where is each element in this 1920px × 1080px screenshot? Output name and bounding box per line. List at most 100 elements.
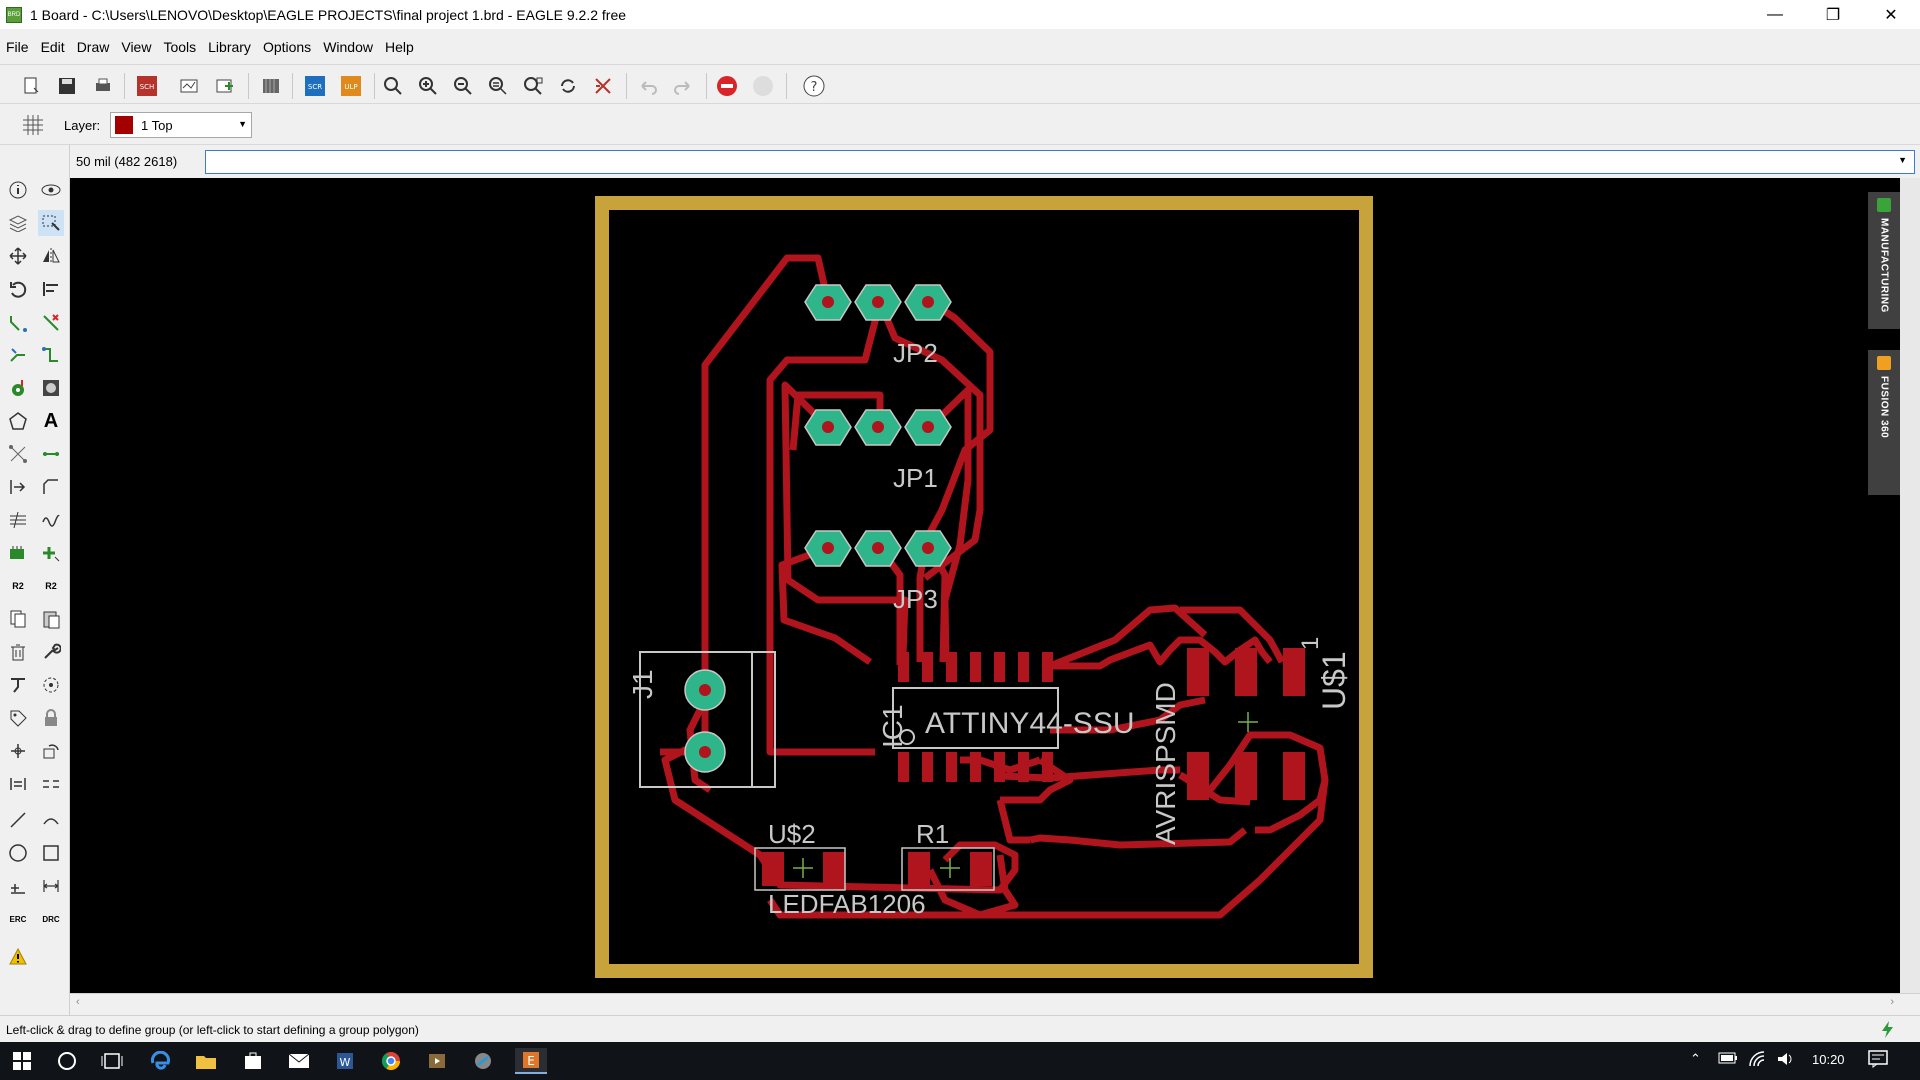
save-icon[interactable] xyxy=(54,73,80,99)
zoom-in-icon[interactable] xyxy=(415,73,441,99)
ripup-icon[interactable] xyxy=(38,309,64,335)
autorouter-icon[interactable] xyxy=(5,342,31,368)
erc-icon[interactable]: ERC xyxy=(5,906,31,932)
battery-icon[interactable] xyxy=(1718,1052,1738,1067)
layers-icon[interactable] xyxy=(5,210,31,236)
command-input[interactable] xyxy=(205,150,1915,174)
paste-icon[interactable] xyxy=(38,606,64,632)
pad-icon[interactable] xyxy=(38,375,64,401)
zoom-out-icon[interactable] xyxy=(450,73,476,99)
windows-start-icon[interactable] xyxy=(9,1048,35,1074)
word-icon[interactable]: W xyxy=(332,1048,358,1074)
lock-icon[interactable] xyxy=(38,705,64,731)
menu-help[interactable]: Help xyxy=(379,39,420,55)
via-icon[interactable] xyxy=(5,375,31,401)
minimize-button[interactable]: — xyxy=(1746,0,1804,29)
mark-icon[interactable] xyxy=(5,873,31,899)
pinswap-icon[interactable] xyxy=(38,771,64,797)
change-icon[interactable] xyxy=(5,738,31,764)
library-icon[interactable] xyxy=(258,73,284,99)
menu-file[interactable]: File xyxy=(0,39,35,55)
scroll-right-icon[interactable]: › xyxy=(1890,996,1894,1008)
new-file-icon[interactable] xyxy=(18,73,44,99)
chrome-icon[interactable] xyxy=(378,1048,404,1074)
layer-select[interactable]: 1 Top ▼ xyxy=(110,112,252,138)
grid-icon[interactable] xyxy=(20,112,46,138)
signal-icon[interactable] xyxy=(5,441,31,467)
text-icon[interactable]: A xyxy=(38,408,64,434)
dimension-icon[interactable] xyxy=(38,873,64,899)
go-icon[interactable] xyxy=(750,73,776,99)
optimize-icon[interactable] xyxy=(38,507,64,533)
mirror-icon[interactable] xyxy=(38,243,64,269)
schematic-icon[interactable]: SCH xyxy=(134,73,160,99)
media-player-icon[interactable] xyxy=(424,1048,450,1074)
zoom-previous-icon[interactable] xyxy=(485,73,511,99)
volume-icon[interactable] xyxy=(1776,1050,1796,1071)
clock[interactable]: 10:20 xyxy=(1812,1052,1845,1067)
close-button[interactable]: ✕ xyxy=(1862,0,1920,29)
group-select-icon[interactable] xyxy=(38,210,64,236)
cam-icon[interactable] xyxy=(176,73,202,99)
meander-icon[interactable] xyxy=(38,342,64,368)
move-icon[interactable] xyxy=(5,243,31,269)
fusion-tab[interactable]: FUSION 360 xyxy=(1868,350,1900,495)
warning-icon[interactable] xyxy=(5,944,31,970)
menu-edit[interactable]: Edit xyxy=(35,39,71,55)
search-icon[interactable] xyxy=(54,1048,80,1074)
show-icon[interactable] xyxy=(38,177,64,203)
menu-window[interactable]: Window xyxy=(317,39,379,55)
maximize-button[interactable]: ❐ xyxy=(1804,0,1862,29)
task-view-icon[interactable] xyxy=(99,1048,125,1074)
command-history-chevron-icon[interactable]: ▼ xyxy=(1898,155,1907,165)
menu-view[interactable]: View xyxy=(115,39,157,55)
add-part-icon[interactable] xyxy=(5,540,31,566)
smash-icon[interactable] xyxy=(5,672,31,698)
split-icon[interactable] xyxy=(5,507,31,533)
redraw-icon[interactable] xyxy=(555,73,581,99)
notifications-icon[interactable] xyxy=(1868,1050,1888,1071)
rotate-icon[interactable] xyxy=(5,276,31,302)
group-icon[interactable] xyxy=(38,672,64,698)
board-canvas[interactable]: JP2 JP1 JP3 J1 IC1 ATTINY44-SSU AVRISPSM… xyxy=(70,178,1900,993)
delete-icon[interactable] xyxy=(5,639,31,665)
wrench-icon[interactable] xyxy=(38,639,64,665)
menu-tools[interactable]: Tools xyxy=(157,39,202,55)
show-hidden-icons-icon[interactable]: ⌃ xyxy=(1690,1051,1701,1067)
gateswap-icon[interactable] xyxy=(5,771,31,797)
drc-icon[interactable]: DRC xyxy=(38,906,64,932)
replace-icon[interactable] xyxy=(38,540,64,566)
tag-icon[interactable] xyxy=(5,705,31,731)
zoom-select-icon[interactable] xyxy=(520,73,546,99)
help-icon[interactable]: ? xyxy=(801,73,827,99)
app-icon[interactable] xyxy=(470,1048,496,1074)
info-icon[interactable] xyxy=(5,177,31,203)
stop-icon[interactable] xyxy=(714,73,740,99)
miter-icon[interactable] xyxy=(38,474,64,500)
store-icon[interactable] xyxy=(240,1048,266,1074)
eagle-taskbar-icon[interactable]: E xyxy=(515,1048,547,1074)
print-icon[interactable] xyxy=(90,73,116,99)
cycle-icon[interactable] xyxy=(38,738,64,764)
rectangle-icon[interactable] xyxy=(38,840,64,866)
menu-library[interactable]: Library xyxy=(202,39,257,55)
horizontal-scrollbar[interactable]: ‹ › xyxy=(70,993,1920,1015)
circle-icon[interactable] xyxy=(5,840,31,866)
edge-icon[interactable] xyxy=(147,1048,173,1074)
wire-icon[interactable] xyxy=(38,441,64,467)
redo-icon[interactable] xyxy=(670,73,696,99)
route-icon[interactable] xyxy=(5,309,31,335)
manufacturing-tab[interactable]: MANUFACTURING xyxy=(1868,192,1900,329)
menu-options[interactable]: Options xyxy=(257,39,317,55)
align-icon[interactable] xyxy=(38,276,64,302)
arc-icon[interactable] xyxy=(38,807,64,833)
value-icon[interactable]: R2 xyxy=(38,573,64,599)
name-icon[interactable]: R2 xyxy=(5,573,31,599)
polygon-icon[interactable] xyxy=(5,408,31,434)
lightning-icon[interactable] xyxy=(1880,1020,1896,1041)
line-icon[interactable] xyxy=(5,807,31,833)
file-explorer-icon[interactable] xyxy=(193,1048,219,1074)
script-icon[interactable]: SCR xyxy=(302,73,328,99)
copy-icon[interactable] xyxy=(5,606,31,632)
mail-icon[interactable] xyxy=(286,1048,312,1074)
